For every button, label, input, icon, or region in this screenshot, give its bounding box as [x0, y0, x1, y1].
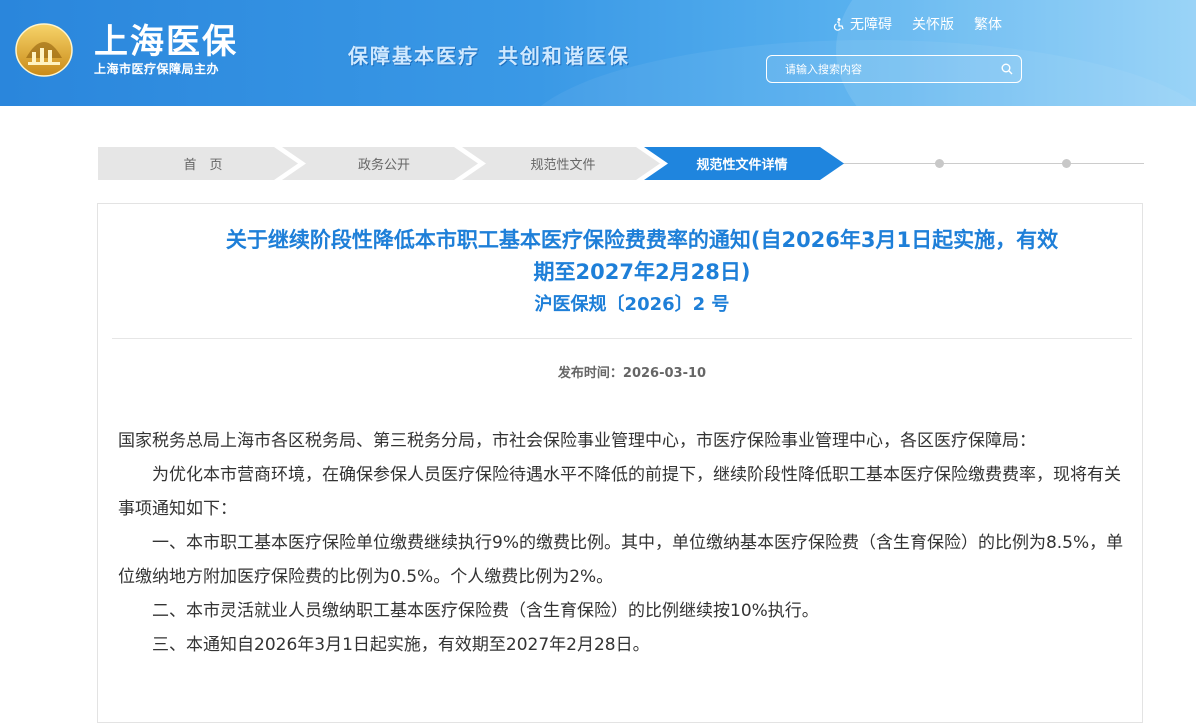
accessibility-icon — [833, 18, 844, 31]
brand-title[interactable]: 上海医保 — [94, 14, 238, 63]
publish-time-label: 发布时间： — [557, 366, 623, 381]
breadcrumb-track — [840, 163, 1144, 164]
breadcrumb-dot — [1062, 159, 1071, 168]
care-mode-link[interactable]: 关怀版 — [912, 14, 954, 34]
publish-time: 发布时间：2026-03-10 — [0, 362, 1196, 381]
paragraph: 为优化本市营商环境，在确保参保人员医疗保险待遇水平不降低的前提下，继续阶段性降低… — [118, 465, 1121, 519]
search-input[interactable] — [767, 61, 993, 77]
paragraph: 一、本市职工基本医疗保险单位缴费继续执行9%的缴费比例。其中，单位缴纳基本医疗保… — [118, 533, 1124, 587]
slogan: 保障基本医疗 共创和谐医保 — [348, 44, 630, 68]
article-title: 关于继续阶段性降低本市职工基本医疗保险费费率的通知(自2026年3月1日起实施，… — [0, 224, 1196, 288]
search-box — [766, 55, 1022, 83]
brand-subtitle: 上海市医疗保障局主办 — [94, 62, 220, 76]
logo-emblem-icon[interactable] — [14, 18, 74, 78]
accessibility-label: 无障碍 — [850, 17, 892, 33]
site-header: 上海医保 上海市医疗保障局主办 保障基本医疗 共创和谐医保 无障碍 关怀版 繁体 — [0, 0, 1196, 106]
accessibility-link[interactable]: 无障碍 — [832, 14, 892, 34]
search-icon — [1001, 63, 1013, 75]
article-body: 国家税务总局上海市各区税务局、第三税务分局，市社会保险事业管理中心，市医疗保险事… — [118, 424, 1126, 662]
breadcrumb-item-normative-docs[interactable]: 规范性文件 — [478, 147, 648, 180]
article-title-line-2: 期至2027年2月28日) — [533, 260, 751, 284]
breadcrumb-item-gov-affairs[interactable]: 政务公开 — [300, 147, 468, 180]
traditional-chinese-link[interactable]: 繁体 — [974, 14, 1002, 34]
breadcrumb-item-current: 规范性文件详情 — [696, 158, 788, 173]
top-links: 无障碍 关怀版 繁体 — [832, 14, 1002, 34]
recipients: 国家税务总局上海市各区税务局、第三税务分局，市社会保险事业管理中心，市医疗保险事… — [118, 431, 1036, 451]
paragraph: 三、本通知自2026年3月1日起实施，有效期至2027年2月28日。 — [152, 635, 650, 655]
article-title-line-1: 关于继续阶段性降低本市职工基本医疗保险费费率的通知(自2026年3月1日起实施，… — [225, 228, 1059, 252]
paragraph: 二、本市灵活就业人员缴纳职工基本医疗保险费（含生育保险）的比例继续按10%执行。 — [152, 601, 819, 621]
breadcrumb-item-home[interactable]: 首 页 — [98, 147, 308, 180]
search-button[interactable] — [993, 63, 1021, 75]
document-number: 沪医保规〔2026〕2 号 — [534, 294, 730, 315]
traditional-label: 繁体 — [974, 17, 1002, 33]
title-divider — [112, 338, 1132, 339]
publish-date: 2026-03-10 — [622, 366, 707, 381]
care-mode-label: 关怀版 — [912, 17, 954, 33]
breadcrumb-dot — [935, 159, 944, 168]
